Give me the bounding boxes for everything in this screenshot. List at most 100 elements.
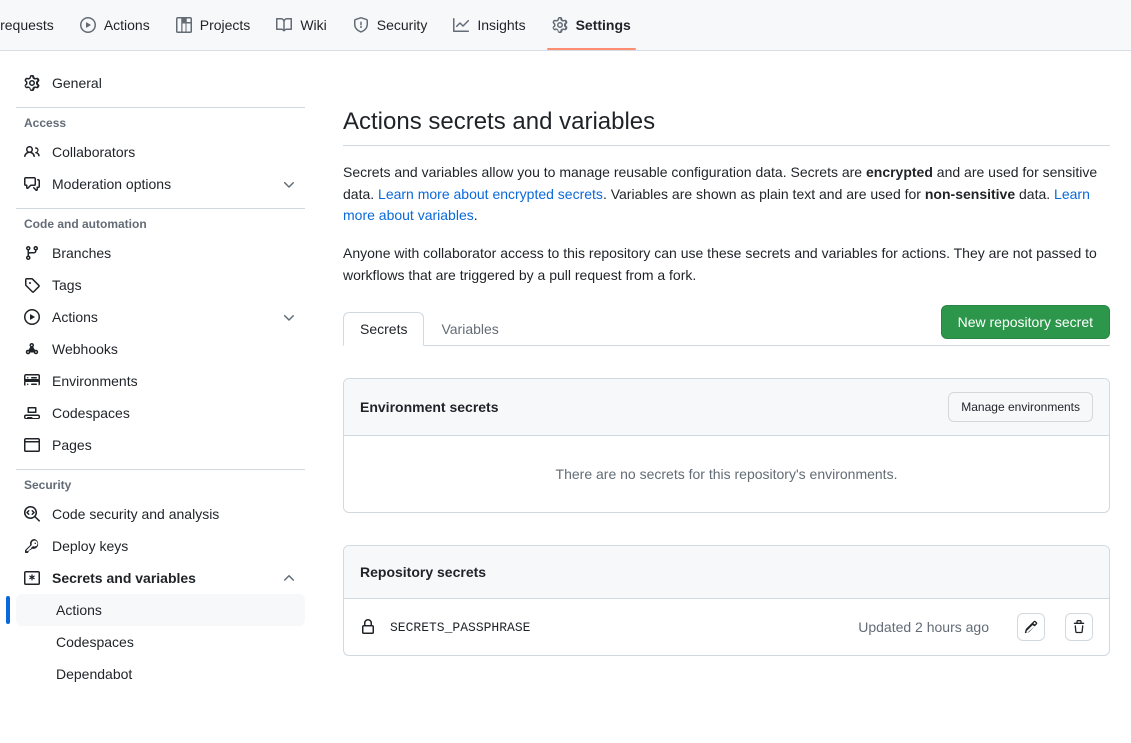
sidebar-item-label: Deploy keys: [52, 538, 129, 554]
sidebar-subitem-label: Dependabot: [56, 666, 133, 682]
gear-icon: [24, 75, 40, 91]
desc-bold-non-sensitive: non-sensitive: [924, 185, 1016, 202]
nav-item-label: Wiki: [300, 16, 327, 33]
nav-item-label: ll requests: [0, 16, 54, 33]
sidebar-divider: [16, 107, 305, 108]
manage-environments-button[interactable]: Manage environments: [948, 392, 1093, 423]
sidebar-item-webhooks[interactable]: Webhooks: [16, 333, 305, 365]
repository-nav-items: ll requests Actions Projects Wiki Securi: [0, 0, 644, 50]
sidebar-item-code-security-and-analysis[interactable]: Code security and analysis: [16, 498, 305, 530]
sidebar-item-codespaces[interactable]: Codespaces: [16, 397, 305, 429]
asterisk-box-icon: [24, 570, 40, 586]
page-title: Actions secrets and variables: [343, 107, 1110, 146]
chevron-down-icon[interactable]: [281, 309, 297, 325]
nav-item-insights[interactable]: Insights: [440, 0, 538, 50]
page-body: General Access Collaborators Moderation …: [0, 51, 1131, 743]
sidebar-subitem-dependabot[interactable]: Dependabot: [16, 658, 305, 690]
sidebar-item-label: Secrets and variables: [52, 570, 196, 586]
sidebar-item-moderation-options[interactable]: Moderation options: [16, 168, 305, 200]
nav-item-settings[interactable]: Settings: [539, 0, 644, 50]
sidebar-item-general[interactable]: General: [16, 67, 305, 99]
sidebar-item-pages[interactable]: Pages: [16, 429, 305, 461]
sidebar-item-label: Environments: [52, 373, 138, 389]
sidebar-item-label: Tags: [52, 277, 82, 293]
sidebar-item-actions[interactable]: Actions: [16, 301, 305, 333]
repository-secrets-header: Repository secrets: [344, 546, 1109, 600]
secret-row: SECRETS_PASSPHRASE Updated 2 hours ago: [344, 599, 1109, 655]
nav-item-security[interactable]: Security: [340, 0, 441, 50]
sidebar-item-environments[interactable]: Environments: [16, 365, 305, 397]
sidebar-item-branches[interactable]: Branches: [16, 237, 305, 269]
sidebar-item-label: Pages: [52, 437, 92, 453]
sidebar-item-tags[interactable]: Tags: [16, 269, 305, 301]
browser-icon: [24, 437, 40, 453]
desc-text: . Variables are shown as plain text and …: [602, 185, 925, 202]
sidebar-heading-security: Security: [24, 478, 72, 492]
codespaces-icon: [24, 405, 40, 421]
graph-icon: [453, 17, 470, 33]
sidebar-item-collaborators[interactable]: Collaborators: [16, 136, 305, 168]
description-paragraph-2: Anyone with collaborator access to this …: [343, 245, 1097, 283]
chevron-up-icon[interactable]: [281, 570, 297, 586]
environment-secrets-card: Environment secrets Manage environments …: [343, 378, 1110, 514]
secret-updated-timestamp: Updated 2 hours ago: [858, 619, 989, 636]
secrets-variables-tabs: Secrets Variables New repository secret: [343, 305, 1110, 347]
repository-secrets-title: Repository secrets: [360, 564, 487, 581]
delete-secret-button[interactable]: [1065, 613, 1093, 642]
sidebar-subitem-codespaces[interactable]: Codespaces: [16, 626, 305, 658]
play-circle-icon: [24, 309, 40, 325]
sidebar-item-label: Branches: [52, 245, 112, 261]
sidebar-item-label: Collaborators: [52, 144, 136, 160]
tab-secrets[interactable]: Secrets: [343, 312, 425, 347]
server-icon: [24, 373, 40, 389]
sidebar-subitem-actions[interactable]: Actions: [6, 594, 305, 626]
repository-secrets-card: Repository secrets SECRETS_PASSPHRASE Up…: [343, 545, 1110, 657]
webhook-icon: [24, 341, 40, 357]
pencil-icon: [1024, 620, 1038, 634]
git-branch-icon: [24, 245, 40, 261]
codescan-icon: [24, 506, 40, 522]
nav-item-label: Insights: [477, 16, 526, 33]
sidebar-heading-access: Access: [24, 116, 67, 130]
main-content: Actions secrets and variables Secrets an…: [321, 51, 1131, 743]
table-icon: [175, 16, 192, 33]
sidebar-subitem-label: Codespaces: [56, 634, 134, 650]
environment-secrets-empty-state: There are no secrets for this repository…: [555, 466, 898, 483]
sidebar-divider: [16, 208, 305, 209]
sidebar-item-label: Webhooks: [52, 341, 118, 357]
description-paragraph-1: Secrets and variables allow you to manag…: [343, 162, 1110, 227]
link-learn-more-encrypted-secrets[interactable]: Learn more about encrypted secrets: [378, 186, 603, 202]
nav-item-wiki[interactable]: Wiki: [263, 0, 339, 50]
environment-secrets-title: Environment secrets: [360, 399, 499, 416]
book-icon: [276, 17, 293, 33]
shield-icon: [353, 16, 369, 33]
sidebar-divider: [16, 469, 305, 470]
sidebar-item-secrets-and-variables[interactable]: Secrets and variables: [16, 562, 305, 594]
nav-item-pull-requests[interactable]: ll requests: [0, 0, 67, 50]
nav-item-actions[interactable]: Actions: [67, 0, 163, 50]
comment-discussion-icon: [24, 176, 40, 192]
tab-variables[interactable]: Variables: [424, 312, 515, 346]
secret-name: SECRETS_PASSPHRASE: [390, 619, 531, 635]
new-repository-secret-button[interactable]: New repository secret: [940, 305, 1110, 340]
repository-nav: ll requests Actions Projects Wiki Securi: [0, 0, 1131, 51]
gear-icon: [552, 16, 568, 33]
desc-text: data.: [1015, 185, 1055, 202]
lock-icon: [360, 619, 376, 635]
nav-item-projects[interactable]: Projects: [163, 0, 264, 50]
trash-icon: [1072, 620, 1086, 634]
sidebar-item-label: Codespaces: [52, 405, 130, 421]
sidebar-subitem-label: Actions: [56, 602, 102, 618]
desc-text: Secrets and variables allow you to manag…: [343, 164, 866, 180]
play-circle-icon: [79, 16, 96, 33]
tag-icon: [24, 277, 40, 293]
people-icon: [24, 144, 40, 160]
sidebar-item-label: Actions: [52, 309, 98, 325]
edit-secret-button[interactable]: [1017, 613, 1045, 642]
nav-item-label: Projects: [199, 16, 251, 33]
chevron-down-icon[interactable]: [281, 176, 297, 192]
sidebar-item-label: Moderation options: [52, 176, 172, 192]
sidebar-heading-code-and-automation: Code and automation: [24, 217, 147, 231]
sidebar-item-deploy-keys[interactable]: Deploy keys: [16, 530, 305, 562]
desc-text: .: [473, 207, 478, 224]
